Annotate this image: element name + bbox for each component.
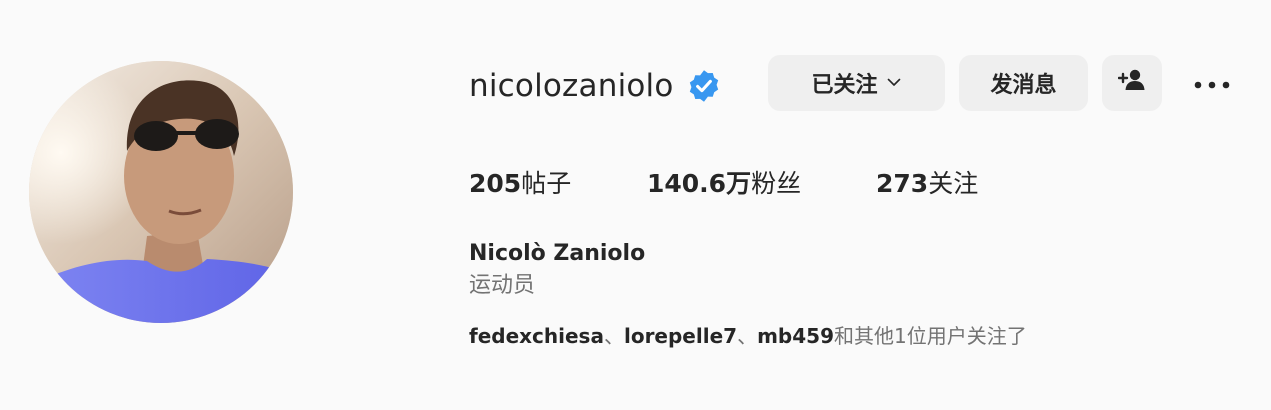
stat-posts[interactable]: 205帖子	[469, 164, 571, 204]
profile-username: nicolozaniolo	[469, 68, 674, 104]
followed-by-suffix: 和其他1位用户关注了	[833, 324, 1027, 348]
name-separator: 、	[603, 324, 624, 348]
name-separator: 、	[737, 324, 758, 348]
following-button-label: 已关注	[811, 73, 878, 98]
profile-category: 运动员	[469, 273, 536, 298]
more-options-button[interactable]	[1190, 62, 1234, 104]
follower-name: lorepelle7	[623, 324, 738, 348]
profile-full-name: Nicolò Zaniolo	[469, 241, 646, 266]
posts-count: 205	[469, 169, 522, 198]
avatar-photo	[29, 61, 293, 323]
stat-followers[interactable]: 140.6万粉丝	[647, 164, 801, 204]
add-user-icon	[1117, 68, 1146, 98]
followers-count: 140.6万	[647, 169, 752, 198]
following-button[interactable]: 已关注	[768, 55, 945, 111]
add-user-button[interactable]	[1102, 55, 1162, 111]
verified-badge-icon	[687, 69, 721, 103]
follower-name: mb459	[757, 324, 834, 348]
follower-name: fedexchiesa	[469, 324, 604, 348]
posts-label: 帖子	[521, 169, 572, 198]
message-button[interactable]: 发消息	[959, 55, 1088, 111]
more-horizontal-icon	[1194, 74, 1230, 93]
following-label: 关注	[928, 169, 979, 198]
following-count: 273	[876, 169, 929, 198]
message-button-label: 发消息	[990, 73, 1057, 98]
chevron-down-icon	[886, 71, 902, 96]
followers-label: 粉丝	[751, 169, 802, 198]
stat-following[interactable]: 273关注	[876, 164, 978, 204]
followed-by[interactable]: fedexchiesa、lorepelle7、mb459和其他1位用户关注了	[469, 321, 1027, 351]
profile-avatar[interactable]	[29, 61, 293, 323]
